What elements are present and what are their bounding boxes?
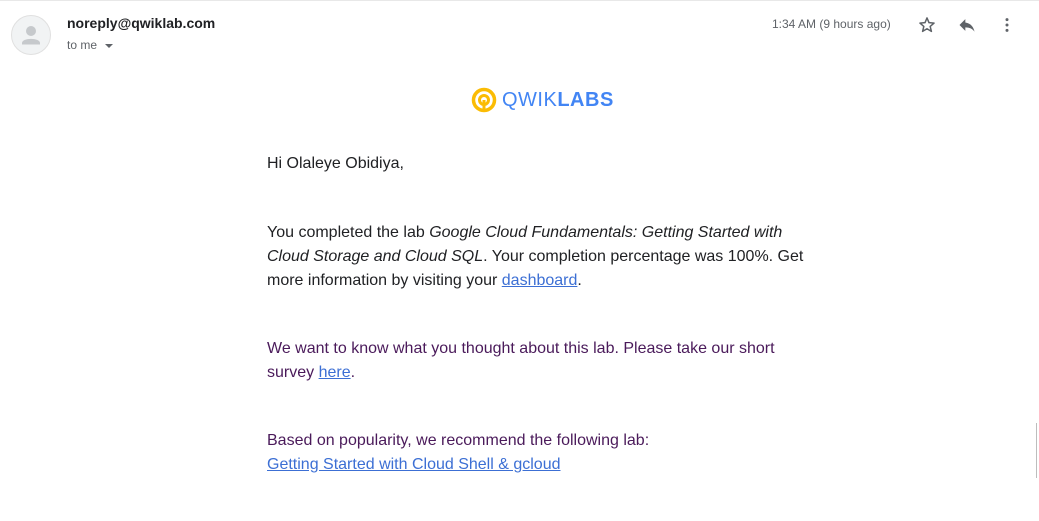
star-icon xyxy=(919,17,935,33)
survey-link[interactable]: here xyxy=(319,364,351,381)
reply-icon xyxy=(959,19,975,32)
chevron-down-icon xyxy=(105,43,114,48)
scrollbar[interactable] xyxy=(1036,423,1037,478)
qwiklabs-ring-icon xyxy=(471,87,497,113)
more-options-button[interactable] xyxy=(995,13,1019,37)
completion-paragraph: You completed the lab Google Cloud Funda… xyxy=(267,224,804,289)
email-timestamp: 1:34 AM (9 hours ago) xyxy=(772,17,891,31)
survey-paragraph: We want to know what you thought about t… xyxy=(267,340,775,381)
dashboard-link[interactable]: dashboard xyxy=(502,272,578,289)
person-icon[interactable] xyxy=(11,15,51,55)
greeting: Hi Olaleye Obidiya, xyxy=(267,155,404,172)
recommended-lab-link[interactable]: Getting Started with Cloud Shell & gclou… xyxy=(267,456,561,473)
email-header: noreply@qwiklab.com to me 1:34 AM (9 hou… xyxy=(0,0,1039,60)
recommendation-paragraph: Based on popularity, we recommend the fo… xyxy=(267,429,807,477)
recommendation-text: Based on popularity, we recommend the fo… xyxy=(267,432,650,449)
recipient-label: to me xyxy=(67,38,98,52)
more-vert-icon xyxy=(1005,18,1009,32)
logo-wordmark: QWIKLABS xyxy=(502,88,614,111)
recipient-details-toggle[interactable]: to me xyxy=(67,38,114,52)
reply-button[interactable] xyxy=(955,13,979,37)
sender-address[interactable]: noreply@qwiklab.com xyxy=(67,15,215,31)
star-button[interactable] xyxy=(915,13,939,37)
qwiklabs-logo: QWIKLABS xyxy=(471,86,614,114)
